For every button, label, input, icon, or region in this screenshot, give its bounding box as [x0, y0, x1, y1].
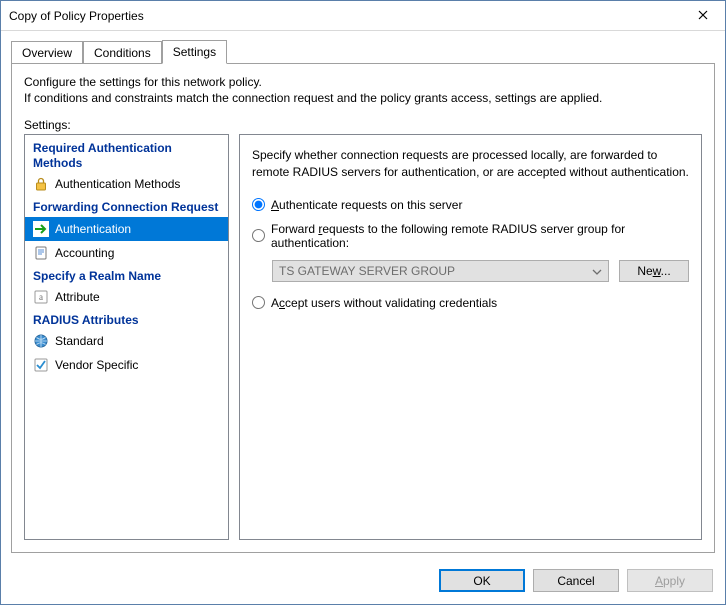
sidebar-group-forwarding: Forwarding Connection Request	[25, 196, 228, 216]
sidebar-item-auth-methods[interactable]: Authentication Methods	[25, 172, 228, 196]
sidebar-group-realm: Specify a Realm Name	[25, 265, 228, 285]
intro-line2: If conditions and constraints match the …	[24, 90, 702, 106]
attribute-icon: a	[33, 289, 49, 305]
radio-label: Accept users without validating credenti…	[271, 296, 497, 310]
radius-group-combo[interactable]: TS GATEWAY SERVER GROUP	[272, 260, 609, 282]
sidebar-item-label: Accounting	[55, 246, 114, 260]
sidebar-group-radius-attrs: RADIUS Attributes	[25, 309, 228, 329]
sidebar-item-label: Authentication	[55, 222, 131, 236]
check-icon	[33, 357, 49, 373]
tab-overview[interactable]: Overview	[11, 41, 83, 64]
dialog-window: Copy of Policy Properties Overview Condi…	[0, 0, 726, 605]
intro-line1: Configure the settings for this network …	[24, 74, 702, 90]
sidebar-item-authentication[interactable]: Authentication	[25, 217, 228, 241]
close-button[interactable]	[680, 1, 725, 30]
forward-group-row: TS GATEWAY SERVER GROUP New...	[272, 260, 689, 282]
ok-button[interactable]: OK	[439, 569, 525, 592]
dialog-footer: OK Cancel Apply	[1, 561, 725, 604]
tab-panel-settings: Configure the settings for this network …	[11, 64, 715, 553]
window-title: Copy of Policy Properties	[9, 9, 680, 23]
radio-label: Authenticate requests on this server	[271, 198, 462, 212]
radio-authenticate-local[interactable]: Authenticate requests on this server	[252, 198, 689, 212]
settings-sidebar: Required Authentication Methods Authenti…	[24, 134, 229, 540]
tab-settings[interactable]: Settings	[162, 40, 227, 64]
sidebar-item-attribute[interactable]: a Attribute	[25, 285, 228, 309]
globe-icon	[33, 333, 49, 349]
sidebar-item-standard[interactable]: Standard	[25, 329, 228, 353]
radio-forward-remote-input[interactable]	[252, 229, 265, 242]
detail-panel: Specify whether connection requests are …	[239, 134, 702, 540]
document-icon	[33, 245, 49, 261]
settings-label: Settings:	[24, 118, 702, 132]
sidebar-item-label: Attribute	[55, 290, 100, 304]
radio-forward-remote[interactable]: Forward requests to the following remote…	[252, 222, 689, 250]
titlebar: Copy of Policy Properties	[1, 1, 725, 31]
sidebar-item-label: Authentication Methods	[55, 177, 180, 191]
sidebar-item-label: Standard	[55, 334, 104, 348]
arrow-right-icon	[33, 221, 49, 237]
sidebar-item-accounting[interactable]: Accounting	[25, 241, 228, 265]
cancel-button[interactable]: Cancel	[533, 569, 619, 592]
radio-authenticate-local-input[interactable]	[252, 198, 265, 211]
new-group-button[interactable]: New...	[619, 260, 689, 282]
intro-text: Configure the settings for this network …	[24, 74, 702, 106]
sidebar-item-label: Vendor Specific	[55, 358, 138, 372]
tab-conditions[interactable]: Conditions	[83, 41, 162, 64]
split-pane: Required Authentication Methods Authenti…	[24, 134, 702, 540]
tab-row: Overview Conditions Settings	[1, 31, 725, 63]
radio-accept-without-validate[interactable]: Accept users without validating credenti…	[252, 296, 689, 310]
svg-text:a: a	[39, 292, 43, 302]
radio-accept-without-validate-input[interactable]	[252, 296, 265, 309]
sidebar-item-vendor-specific[interactable]: Vendor Specific	[25, 353, 228, 377]
radio-label: Forward requests to the following remote…	[271, 222, 689, 250]
apply-button[interactable]: Apply	[627, 569, 713, 592]
chevron-down-icon	[592, 264, 602, 278]
combo-value: TS GATEWAY SERVER GROUP	[279, 264, 455, 278]
lock-icon	[33, 176, 49, 192]
sidebar-group-required-auth: Required Authentication Methods	[25, 137, 228, 172]
close-icon	[698, 8, 708, 23]
tab-underline	[11, 63, 715, 64]
detail-description: Specify whether connection requests are …	[252, 147, 689, 179]
